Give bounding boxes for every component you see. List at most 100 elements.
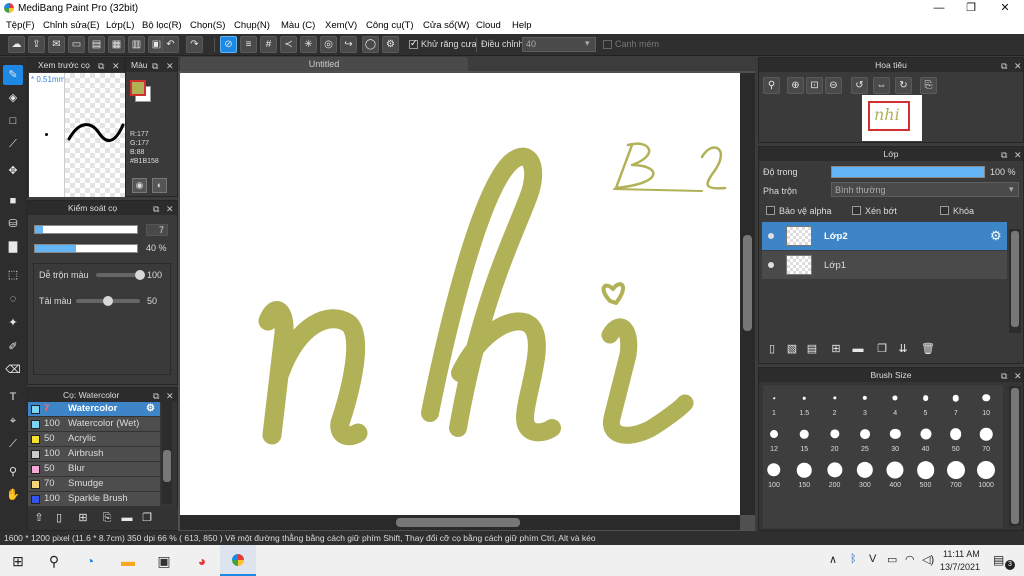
close-button[interactable]: ✕ bbox=[988, 0, 1022, 17]
battery-icon[interactable]: ▭ bbox=[887, 553, 897, 566]
minimize-button[interactable]: — bbox=[922, 0, 956, 17]
horizontal-scroll-thumb[interactable] bbox=[396, 518, 520, 527]
panel-icon[interactable]: ▦ bbox=[108, 36, 125, 53]
drawing-canvas[interactable] bbox=[180, 73, 740, 515]
brush-new-icon[interactable]: ▯ bbox=[50, 509, 68, 527]
circle-snap-icon[interactable]: ◎ bbox=[320, 36, 337, 53]
brush-size-value[interactable]: 7 bbox=[146, 224, 168, 236]
close-panel-icon[interactable]: ✕ bbox=[166, 202, 174, 216]
brush-size-cell[interactable]: 4 bbox=[880, 383, 910, 423]
antialias-checkbox[interactable] bbox=[409, 38, 418, 49]
brush-size-cell[interactable]: 5 bbox=[911, 383, 941, 423]
brush-size-cell[interactable]: 20 bbox=[820, 419, 850, 459]
brush-list-item[interactable]: 100 Sparkle Brush bbox=[28, 492, 160, 507]
medibang-taskbar-button[interactable] bbox=[220, 545, 256, 576]
undo-icon[interactable]: ↶ bbox=[162, 36, 179, 53]
brush-size-cell[interactable]: 10 bbox=[971, 383, 1001, 423]
brush-size-cell[interactable]: 1000 bbox=[971, 455, 1001, 495]
ellipse-snap-icon[interactable]: ◯ bbox=[362, 36, 379, 53]
chevron-up-icon[interactable]: ∧ bbox=[829, 553, 837, 566]
brush-size-cell[interactable]: 1.5 bbox=[789, 383, 819, 423]
maximize-button[interactable]: ❐ bbox=[954, 0, 988, 17]
menu-tools[interactable]: Công cụ(T) bbox=[366, 20, 414, 31]
close-panel-icon[interactable]: ✕ bbox=[1014, 148, 1022, 162]
brush-size-cell[interactable]: 25 bbox=[850, 419, 880, 459]
menu-help[interactable]: Help bbox=[512, 20, 532, 31]
brush-size-cell[interactable]: 7 bbox=[941, 383, 971, 423]
line-tool-icon[interactable]: ⟋ bbox=[3, 134, 23, 154]
brush-add-menu-icon[interactable]: ⊞ bbox=[72, 509, 94, 527]
windows-start-icon[interactable]: ⊞ bbox=[8, 551, 28, 571]
radial-snap-icon[interactable]: ✳ bbox=[300, 36, 317, 53]
layer-visibility-icon[interactable] bbox=[768, 262, 774, 268]
magic-wand-icon[interactable]: ✦ bbox=[3, 313, 23, 333]
undock-icon[interactable]: ⧉ bbox=[1001, 369, 1007, 383]
foreground-color-swatch[interactable] bbox=[130, 80, 146, 96]
canvas-horizontal-scrollbar[interactable] bbox=[180, 515, 740, 530]
blend-slider[interactable] bbox=[96, 273, 140, 277]
grid-icon[interactable]: ▥ bbox=[128, 36, 145, 53]
new-layer-icon[interactable]: ▯ bbox=[763, 340, 781, 358]
undock-icon[interactable]: ⧉ bbox=[98, 59, 104, 73]
delete-layer-icon[interactable]: 🗑 bbox=[919, 340, 937, 358]
undock-icon[interactable]: ⧉ bbox=[153, 202, 159, 216]
zoom-in-icon[interactable]: ⊕ bbox=[787, 77, 804, 94]
layer-visibility-icon[interactable] bbox=[768, 233, 774, 239]
edge-browser-icon[interactable]: ◔ bbox=[80, 551, 100, 571]
zoom-out-icon[interactable]: ⊖ bbox=[825, 77, 842, 94]
layer-blend-select[interactable]: Bình thường ▾ bbox=[831, 182, 1019, 197]
brush-size-cell[interactable]: 12 bbox=[759, 419, 789, 459]
brush-settings-gear-icon[interactable]: ⚙ bbox=[146, 402, 155, 416]
close-panel-icon[interactable]: ✕ bbox=[166, 59, 174, 73]
brush-size-cell[interactable]: 40 bbox=[911, 419, 941, 459]
brush-duplicate-icon[interactable]: ❐ bbox=[138, 509, 156, 527]
comment-icon[interactable]: ✉ bbox=[48, 36, 65, 53]
select-pen-icon[interactable]: ✐ bbox=[3, 337, 23, 357]
brush-size-cell[interactable]: 400 bbox=[880, 455, 910, 495]
layer-opacity-slider[interactable] bbox=[831, 166, 985, 178]
duplicate-layer-icon[interactable]: ❐ bbox=[873, 340, 891, 358]
select-tool-icon[interactable]: ⬚ bbox=[3, 265, 23, 285]
notification-icon[interactable]: ▤ bbox=[993, 553, 1004, 567]
brush-opacity-slider[interactable] bbox=[34, 244, 138, 253]
lasso-tool-icon[interactable]: ◌ bbox=[3, 289, 23, 309]
brush-list-item[interactable]: 50 Acrylic bbox=[28, 432, 160, 447]
brush-list-item[interactable]: 50 Blur bbox=[28, 462, 160, 477]
color-settings-icon[interactable]: ◐ bbox=[152, 178, 167, 193]
cross-snap-icon[interactable]: # bbox=[260, 36, 277, 53]
vertical-scroll-thumb[interactable] bbox=[743, 235, 752, 331]
menu-layer[interactable]: Lớp(L) bbox=[106, 20, 134, 31]
document-icon[interactable]: ▤ bbox=[88, 36, 105, 53]
brush-copy-icon[interactable]: ⎘ bbox=[98, 509, 116, 527]
brush-size-cell[interactable]: 100 bbox=[759, 455, 789, 495]
brush-size-cell[interactable]: 700 bbox=[941, 455, 971, 495]
new-halftone-layer-icon[interactable]: ▧ bbox=[783, 340, 801, 358]
rotate-left-icon[interactable]: ↺ bbox=[851, 77, 868, 94]
reset-view-icon[interactable]: ⎘ bbox=[920, 77, 937, 94]
volume-icon[interactable]: ◁) bbox=[922, 553, 934, 566]
bucket-tool-icon[interactable]: ⛁ bbox=[3, 214, 23, 234]
close-panel-icon[interactable]: ✕ bbox=[1014, 369, 1022, 383]
canvas-vertical-scrollbar[interactable] bbox=[740, 73, 755, 515]
brush-folder-icon[interactable]: ▬ bbox=[118, 509, 136, 527]
clock-time[interactable]: 11:11 AM bbox=[943, 549, 980, 559]
brush-tool-icon[interactable]: ✎ bbox=[3, 65, 23, 85]
menu-filter[interactable]: Bộ lọc(R) bbox=[142, 20, 182, 31]
adjust-dropdown-icon[interactable]: ▾ bbox=[585, 38, 590, 49]
merge-layer-icon[interactable]: ⇊ bbox=[894, 340, 912, 358]
reload-slider-knob[interactable] bbox=[103, 296, 113, 306]
brush-list-scrollbar[interactable] bbox=[162, 402, 172, 504]
brush-size-cell[interactable]: 70 bbox=[971, 419, 1001, 459]
text-tool-icon[interactable]: T bbox=[3, 387, 23, 407]
snap-off-icon[interactable]: ⊘ bbox=[220, 36, 237, 53]
layer-settings-gear-icon[interactable]: ⚙ bbox=[990, 228, 1002, 244]
brush-size-cell[interactable]: 3 bbox=[850, 383, 880, 423]
brush-size-cell[interactable]: 2 bbox=[820, 383, 850, 423]
navigator-thumbnail[interactable]: nhi bbox=[862, 95, 922, 141]
new-8bit-layer-icon[interactable]: ▤ bbox=[803, 340, 821, 358]
canvas-tab[interactable]: Untitled bbox=[180, 57, 468, 71]
brush-list-item[interactable]: 70 Smudge bbox=[28, 477, 160, 492]
layer-folder-icon[interactable]: ▬ bbox=[849, 340, 867, 358]
brush-size-cell[interactable]: 150 bbox=[789, 455, 819, 495]
eraser-tool-icon[interactable]: ◈ bbox=[3, 88, 23, 108]
